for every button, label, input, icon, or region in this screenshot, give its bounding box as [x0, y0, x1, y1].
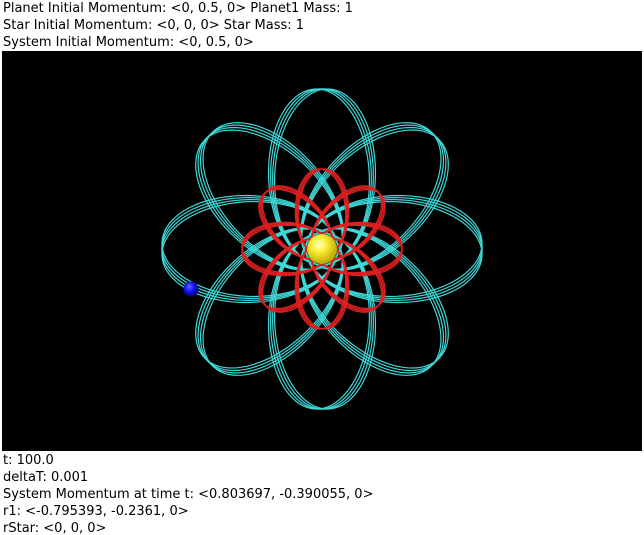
r-star-text: rStar: <0, 0, 0> [3, 521, 107, 535]
system-initial-momentum-text: System Initial Momentum: <0, 0.5, 0> [3, 35, 254, 50]
system-momentum-text: System Momentum at time t: <0.803697, -0… [3, 487, 374, 502]
star-sphere [307, 234, 337, 264]
delta-t-text: deltaT: 0.001 [3, 470, 89, 485]
planet-sphere [183, 281, 199, 297]
simulation-scene[interactable] [2, 51, 642, 451]
simulation-canvas[interactable] [2, 51, 642, 451]
time-text: t: 100.0 [3, 453, 54, 468]
planet-info-text: Planet Initial Momentum: <0, 0.5, 0> Pla… [3, 1, 353, 16]
r1-text: r1: <-0.795393, -0.2361, 0> [3, 504, 189, 519]
star-info-text: Star Initial Momentum: <0, 0, 0> Star Ma… [3, 18, 305, 33]
